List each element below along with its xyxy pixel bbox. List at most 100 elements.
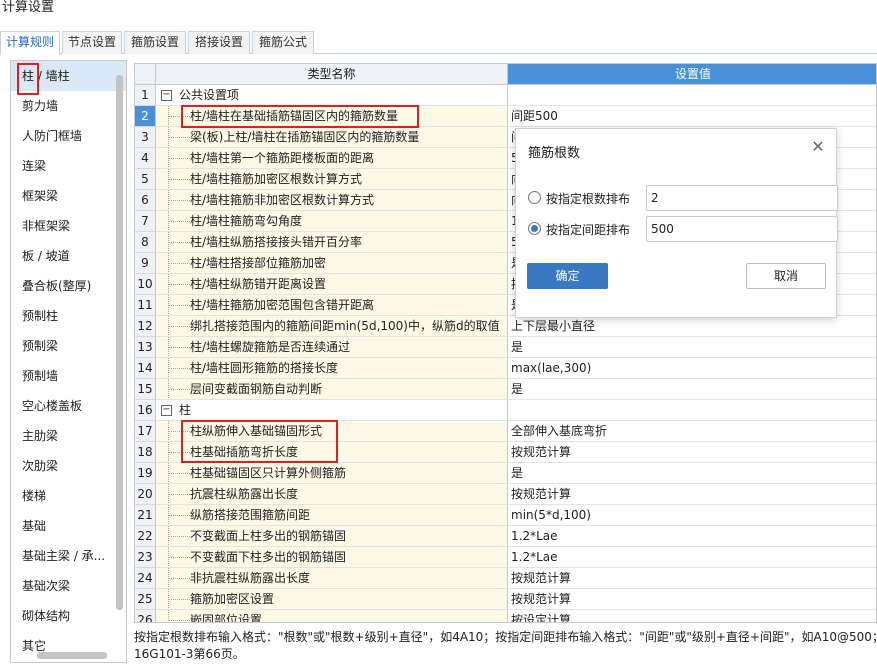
tree-branch [168,179,190,180]
cancel-button[interactable]: 取消 [746,263,826,289]
setting-value-cell[interactable]: 按规范计算 [508,484,876,505]
table-row[interactable]: 21 纵筋搭接范围箍筋间距 min(5*d,100) [135,505,876,526]
tree-branch [168,347,190,348]
spacing-input[interactable]: 500 [646,216,838,242]
sidebar-item-non-frame-beam[interactable]: 非框架梁 [11,211,126,241]
setting-value-cell[interactable]: 按设定计算 [508,610,876,622]
tree-branch [168,578,190,579]
ok-button[interactable]: 确定 [527,263,608,289]
option-by-spacing-label[interactable]: 按指定间距排布 [546,221,630,238]
sidebar-item-main-rib-beam[interactable]: 主肋梁 [11,421,126,451]
row-number: 20 [135,484,156,505]
setting-value-cell[interactable]: 按规范计算 [508,568,876,589]
setting-value-cell[interactable]: 是 [508,337,876,358]
table-row[interactable]: 23 不变截面下柱多出的钢筋锚固 1.2*Lae [135,547,876,568]
table-row[interactable]: 22 不变截面上柱多出的钢筋锚固 1.2*Lae [135,526,876,547]
setting-name-cell: 梁(板)上柱/墙柱在插筋锚固区内的箍筋数量 [156,127,508,148]
table-row[interactable]: 26 嵌固部位设置 按设定计算 [135,610,876,622]
table-row[interactable]: 25 箍筋加密区设置 按规范计算 [135,589,876,610]
tree-branch [168,494,190,495]
tree-branch [168,368,190,369]
row-number: 7 [135,211,156,232]
option-by-spacing-radio[interactable] [528,222,541,235]
sidebar-item-secondary-rib-beam[interactable]: 次肋梁 [11,451,126,481]
sidebar-item-precast-column[interactable]: 预制柱 [11,301,126,331]
setting-name: 纵筋搭接范围箍筋间距 [190,508,311,522]
setting-name-cell: 柱/墙柱箍筋弯勾角度 [156,211,508,232]
setting-value-cell[interactable]: 是 [508,379,876,400]
sidebar-item-foundation-main-beam[interactable]: 基础主梁 / 承... [11,541,126,571]
setting-value-cell[interactable]: 按规范计算 [508,589,876,610]
table-row[interactable]: 14 柱/墙柱圆形箍筋的搭接长度 max(lae,300) [135,358,876,379]
setting-value-cell[interactable]: 1.2*Lae [508,547,876,568]
tab-stirrup-formula[interactable]: 箍筋公式 [252,31,314,54]
table-row[interactable]: 19 柱基础锚固区只计算外侧箍筋 是 [135,463,876,484]
sidebar-item-civil-defense-door-wall[interactable]: 人防门框墙 [11,121,126,151]
table-row[interactable]: 1− 公共设置项 [135,85,876,106]
setting-name: 抗震柱纵筋露出长度 [190,487,299,501]
table-row[interactable]: 13 柱/墙柱螺旋箍筋是否连续通过 是 [135,337,876,358]
table-row[interactable]: 20 抗震柱纵筋露出长度 按规范计算 [135,484,876,505]
setting-name-cell: 柱/墙柱纵筋错开距离设置 [156,274,508,295]
setting-name-cell: 绑扎搭接范围内的箍筋间距min(5d,100)中，纵筋d的取值 [156,316,508,337]
setting-value-cell[interactable]: 按规范计算 [508,442,876,463]
sidebar-horizontal-scrollbar[interactable] [37,652,107,659]
table-row[interactable]: 16− 柱 [135,400,876,421]
setting-name-cell: 嵌固部位设置 [156,610,508,622]
setting-value-cell[interactable]: 是 [508,463,876,484]
tab-stirrup-settings[interactable]: 箍筋设置 [124,31,186,54]
setting-name: 柱/墙柱纵筋错开距离设置 [190,277,327,291]
setting-value-cell[interactable] [508,400,876,421]
setting-name: 柱/墙柱箍筋非加密区根数计算方式 [190,193,375,207]
option-by-count-label[interactable]: 按指定根数排布 [546,190,630,207]
setting-name: 梁(板)上柱/墙柱在插筋锚固区内的箍筋数量 [190,130,420,144]
sidebar-item-shear-wall[interactable]: 剪力墙 [11,91,126,121]
tab-node-settings[interactable]: 节点设置 [62,31,122,54]
close-icon[interactable]: ✕ [810,139,826,155]
tab-lap-settings[interactable]: 搭接设置 [188,31,250,54]
row-number: 12 [135,316,156,337]
setting-value-cell[interactable]: 全部伸入基底弯折 [508,421,876,442]
setting-value-cell[interactable]: min(5*d,100) [508,505,876,526]
sidebar-item-coupling-beam[interactable]: 连梁 [11,151,126,181]
sidebar-item-stairs[interactable]: 楼梯 [11,481,126,511]
setting-value-cell[interactable] [508,85,876,106]
count-input[interactable]: 2 [646,185,838,211]
grid-header-value: 设置值 [508,64,876,85]
row-number: 21 [135,505,156,526]
row-number: 25 [135,589,156,610]
option-by-count-radio[interactable] [528,191,541,204]
sidebar-item-masonry[interactable]: 砌体结构 [11,601,126,631]
sidebar-item-hollow-floor-slab[interactable]: 空心楼盖板 [11,391,126,421]
tree-branch [168,536,190,537]
setting-value-cell[interactable]: 间距500 [508,106,876,127]
sidebar-item-foundation-secondary-beam[interactable]: 基础次梁 [11,571,126,601]
setting-name: 绑扎搭接范围内的箍筋间距min(5d,100)中，纵筋d的取值 [190,319,500,333]
row-number: 5 [135,169,156,190]
table-row[interactable]: 15 层间变截面钢筋自动判断 是 [135,379,876,400]
sidebar-item-slab-ramp[interactable]: 板 / 坡道 [11,241,126,271]
grid-header-corner [135,64,156,85]
group-name-cell: − 柱 [156,400,508,421]
collapse-icon[interactable]: − [161,90,172,101]
collapse-icon[interactable]: − [161,405,172,416]
setting-name-cell: 箍筋加密区设置 [156,589,508,610]
sidebar-item-precast-beam[interactable]: 预制梁 [11,331,126,361]
setting-value-cell[interactable]: 1.2*Lae [508,526,876,547]
setting-value-cell[interactable]: max(lae,300) [508,358,876,379]
table-row[interactable]: 24 非抗震柱纵筋露出长度 按规范计算 [135,568,876,589]
row-number: 18 [135,442,156,463]
setting-name-cell: 柱/墙柱箍筋非加密区根数计算方式 [156,190,508,211]
sidebar-item-precast-wall[interactable]: 预制墙 [11,361,126,391]
sidebar-item-foundation[interactable]: 基础 [11,511,126,541]
setting-name-cell: 纵筋搭接范围箍筋间距 [156,505,508,526]
setting-name: 柱/墙柱圆形箍筋的搭接长度 [190,361,339,375]
setting-value-cell[interactable]: 上下层最小直径 [508,316,876,337]
table-row[interactable]: 12 绑扎搭接范围内的箍筋间距min(5d,100)中，纵筋d的取值 上下层最小直径 [135,316,876,337]
sidebar-item-frame-beam[interactable]: 框架梁 [11,181,126,211]
sidebar-vertical-scrollbar[interactable] [116,75,123,610]
sidebar-item-composite-slab[interactable]: 叠合板(整厚) [11,271,126,301]
tab-calc-rules[interactable]: 计算规则 [0,31,60,55]
setting-name: 柱/墙柱螺旋箍筋是否连续通过 [190,340,351,354]
row-number: 4 [135,148,156,169]
